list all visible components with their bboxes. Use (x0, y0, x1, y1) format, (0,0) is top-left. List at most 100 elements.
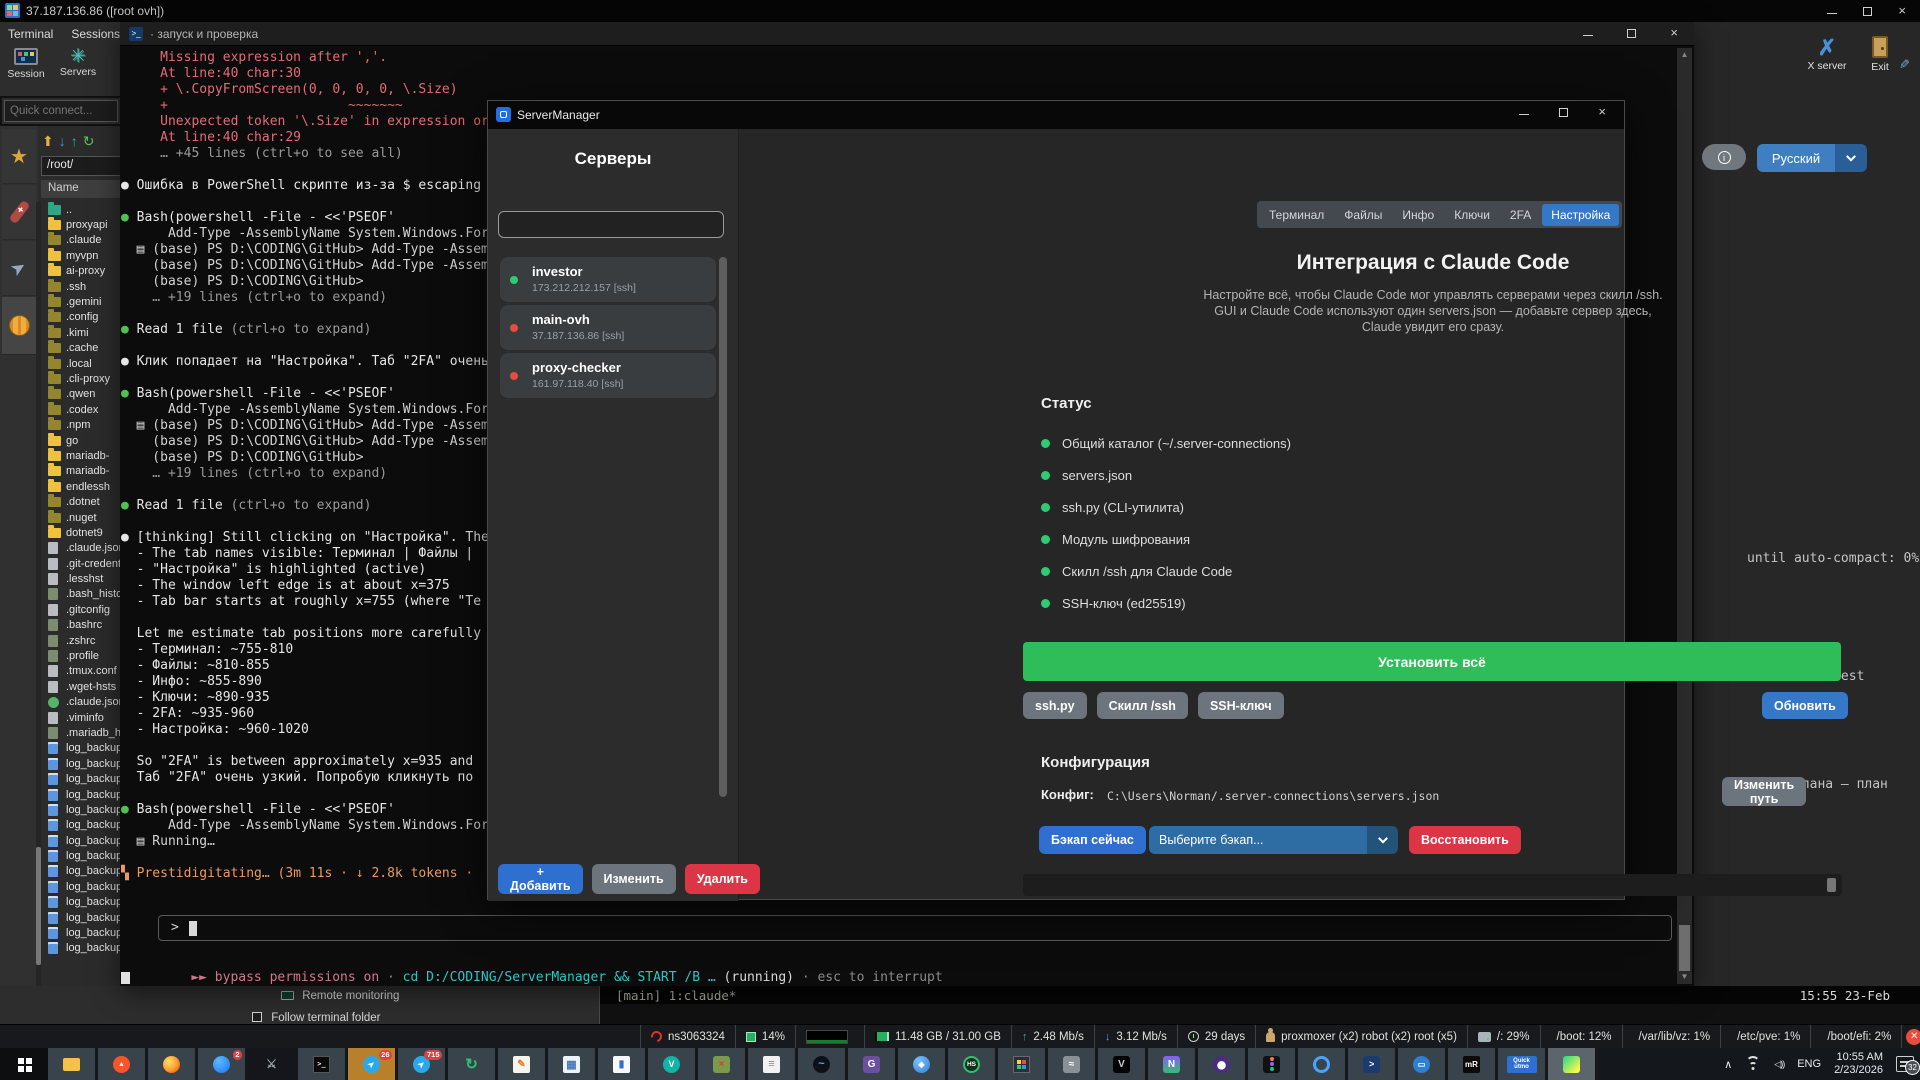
minimize-icon[interactable] (1827, 8, 1837, 14)
language-dropdown[interactable]: Русский (1757, 144, 1867, 172)
server-list-item[interactable]: proxy-checker 161.97.118.40 [ssh] (500, 353, 716, 398)
server-list-scrollbar[interactable] (719, 257, 727, 797)
sessions-tab[interactable]: ➤ (2, 241, 36, 296)
maximize-icon[interactable] (1559, 108, 1568, 117)
x-server-button[interactable]: ✗ X server (1804, 36, 1850, 72)
add-server-button[interactable]: + Добавить (498, 864, 583, 894)
install-chip-button[interactable]: Скилл /ssh (1097, 692, 1188, 719)
server-list-item[interactable]: investor 173.212.212.157 [ssh] (500, 257, 716, 302)
favorites-tab[interactable]: ★ (2, 129, 36, 184)
terminal-input-box[interactable]: > (158, 915, 1672, 941)
tab[interactable]: Инфо (1393, 204, 1443, 226)
maximize-icon[interactable] (1627, 29, 1636, 38)
change-path-button[interactable]: Изменить путь (1722, 777, 1806, 806)
backup-now-button[interactable]: Бэкап сейчас (1039, 826, 1146, 854)
scrollbar-thumb[interactable] (1827, 878, 1836, 892)
menu-item[interactable]: Terminal (8, 27, 53, 41)
file-list-scrollbar[interactable] (36, 202, 41, 992)
server-status-dot (510, 372, 518, 380)
wifi-icon[interactable] (1745, 1058, 1761, 1070)
taskbar-app[interactable]: V (1098, 1048, 1145, 1080)
taskbar-app[interactable]: ≈ (1048, 1048, 1095, 1080)
terminal-titlebar[interactable]: >_ · запуск и проверка × (120, 22, 1694, 46)
keyboard-language[interactable]: ENG (1797, 1058, 1821, 1070)
taskbar-app[interactable]: ◈ (898, 1048, 945, 1080)
maximize-icon[interactable] (1863, 7, 1872, 16)
minimize-icon[interactable] (1519, 109, 1529, 115)
install-chip-button[interactable]: SSH-ключ (1198, 692, 1284, 719)
taskbar-app[interactable]: Quick utmo (1498, 1048, 1545, 1080)
terminal-scrollbar[interactable]: ▲ ▼ (1677, 48, 1692, 984)
info-button[interactable]: i (1702, 144, 1746, 170)
taskbar-app[interactable]: 2 (198, 1048, 245, 1080)
menu-item[interactable]: Sessions (71, 27, 120, 41)
server-search-input[interactable] (498, 211, 724, 238)
scrollbar-thumb[interactable] (1679, 925, 1690, 971)
upload-icon[interactable]: ↑ (71, 133, 78, 149)
status-close-icon[interactable]: ✕ (1906, 1029, 1920, 1045)
taskbar-app[interactable]: N (1148, 1048, 1195, 1080)
install-all-button[interactable]: Установить всё (1023, 642, 1841, 681)
taskbar-app[interactable]: G (848, 1048, 895, 1080)
close-icon[interactable]: × (1598, 107, 1606, 117)
notification-center-icon[interactable]: 32 (1896, 1056, 1914, 1072)
taskbar-app[interactable]: ✎ (498, 1048, 545, 1080)
tab[interactable]: Файлы (1335, 204, 1391, 226)
session-button[interactable]: Session (2, 48, 50, 94)
backup-select[interactable]: Выберите бэкап... (1149, 826, 1398, 854)
start-button[interactable] (0, 1048, 48, 1080)
restore-button[interactable]: Восстановить (1409, 826, 1521, 854)
taskbar-app[interactable]: ▦ (548, 1048, 595, 1080)
tab[interactable]: Ключи (1445, 204, 1499, 226)
knife-icon (8, 200, 30, 224)
tab[interactable]: Настройка (1542, 204, 1619, 226)
quick-connect-input[interactable] (4, 100, 118, 122)
taskbar-app[interactable] (1548, 1048, 1595, 1080)
install-chip-button[interactable]: ssh.py (1023, 692, 1087, 719)
taskbar-app[interactable] (1298, 1048, 1345, 1080)
tray-expand-icon[interactable]: ∧ (1724, 1058, 1732, 1071)
servers-button[interactable]: ✳ Servers (54, 48, 102, 94)
taskbar-app[interactable] (48, 1048, 95, 1080)
taskbar-app[interactable]: V (648, 1048, 695, 1080)
edit-server-button[interactable]: Изменить (592, 864, 676, 894)
taskbar-app[interactable]: × (698, 1048, 745, 1080)
taskbar-app[interactable] (148, 1048, 195, 1080)
taskbar-app[interactable]: ➤ 26 (348, 1048, 395, 1080)
refresh-button[interactable]: Обновить (1762, 692, 1848, 719)
clock[interactable]: 10:55 AM2/23/2026 (1834, 1051, 1883, 1077)
taskbar-app[interactable] (998, 1048, 1045, 1080)
taskbar-app[interactable]: > (1348, 1048, 1395, 1080)
sftp-browser-tab[interactable] (2, 297, 36, 355)
speaker-icon[interactable]: ◁)) (1774, 1059, 1784, 1070)
scroll-up-icon[interactable]: ▲ (1677, 48, 1692, 62)
tools-tab[interactable] (2, 185, 36, 240)
taskbar-app[interactable]: mR (1448, 1048, 1495, 1080)
tab[interactable]: Терминал (1260, 204, 1333, 226)
taskbar-app[interactable]: ⚔ (248, 1048, 295, 1080)
taskbar-app[interactable]: ~ (798, 1048, 845, 1080)
servermanager-titlebar[interactable]: ServerManager × (488, 101, 1624, 129)
taskbar-app[interactable] (1198, 1048, 1245, 1080)
taskbar-app[interactable]: ≡ (748, 1048, 795, 1080)
taskbar-app[interactable]: HS (948, 1048, 995, 1080)
file-icon (48, 681, 58, 693)
server-list-item[interactable]: main-ovh 37.187.136.86 [ssh] (500, 305, 716, 350)
download-icon[interactable]: ↓ (59, 133, 66, 149)
follow-terminal-folder-checkbox[interactable]: Follow terminal folder (252, 1012, 381, 1024)
close-icon[interactable]: × (1898, 6, 1906, 16)
taskbar-app[interactable]: ▲ (98, 1048, 145, 1080)
taskbar-app[interactable]: ➤ 715 (398, 1048, 445, 1080)
minimize-icon[interactable] (1583, 30, 1593, 36)
taskbar-app[interactable]: ↻ (448, 1048, 495, 1080)
taskbar-app[interactable]: >_ (298, 1048, 345, 1080)
close-icon[interactable]: × (1670, 28, 1678, 38)
scroll-down-icon[interactable]: ▼ (1677, 970, 1692, 984)
folder-up-icon[interactable]: ⬆ (42, 133, 54, 150)
taskbar-app[interactable] (1248, 1048, 1295, 1080)
refresh-icon[interactable]: ↻ (83, 133, 95, 150)
taskbar-app[interactable]: ▭ (1398, 1048, 1445, 1080)
edit-icon[interactable]: ✎ (1895, 59, 1911, 70)
taskbar-app[interactable]: ▮ (598, 1048, 645, 1080)
tab[interactable]: 2FA (1501, 204, 1540, 226)
